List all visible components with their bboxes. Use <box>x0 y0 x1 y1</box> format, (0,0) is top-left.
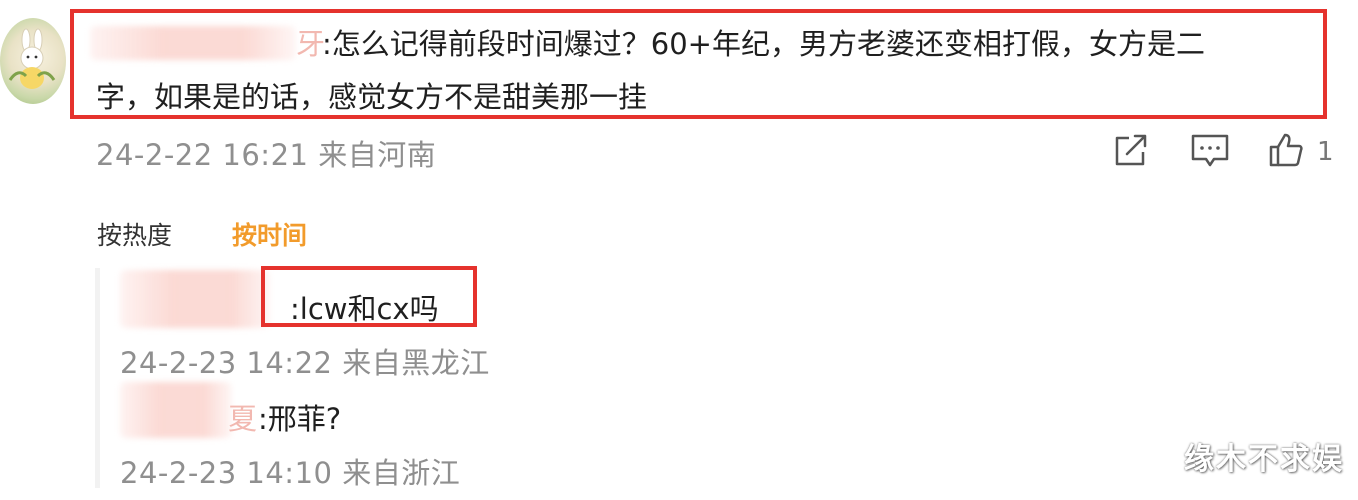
highlight-box-comment <box>70 9 1327 119</box>
comment-icon <box>1191 134 1229 167</box>
like-count: 1 <box>1317 137 1334 167</box>
reply-2-text: :邢菲? <box>258 402 342 436</box>
reply-1-username-redacted <box>120 270 270 328</box>
sort-by-time-tab[interactable]: 按时间 <box>232 216 307 252</box>
comment-thread: 牙 :怎么记得前段时间爆过？60+年纪，男方老婆还变相打假，女方是二 字，如果是… <box>0 0 1358 500</box>
bunny-avatar-icon <box>8 28 56 89</box>
comment-timestamp: 24-2-22 16:21 来自河南 <box>96 138 437 172</box>
reply-2-timestamp: 24-2-23 14:10 来自浙江 <box>120 456 461 490</box>
sort-by-hot-tab[interactable]: 按热度 <box>97 216 172 252</box>
like-button[interactable] <box>1268 132 1304 172</box>
reply-2-username-redacted <box>120 382 232 438</box>
reply-thread-bar <box>95 268 100 488</box>
like-icon <box>1269 133 1303 167</box>
share-button[interactable] <box>1113 134 1149 172</box>
share-icon <box>1115 134 1147 166</box>
highlight-box-reply <box>261 266 477 327</box>
comment-button[interactable] <box>1190 133 1230 173</box>
watermark: 缘木不求娱 <box>1184 442 1344 477</box>
reply-1-timestamp: 24-2-23 14:22 来自黑龙江 <box>120 346 490 380</box>
reply-2-username-suffix: 夏 <box>228 402 258 436</box>
avatar[interactable] <box>0 18 66 104</box>
